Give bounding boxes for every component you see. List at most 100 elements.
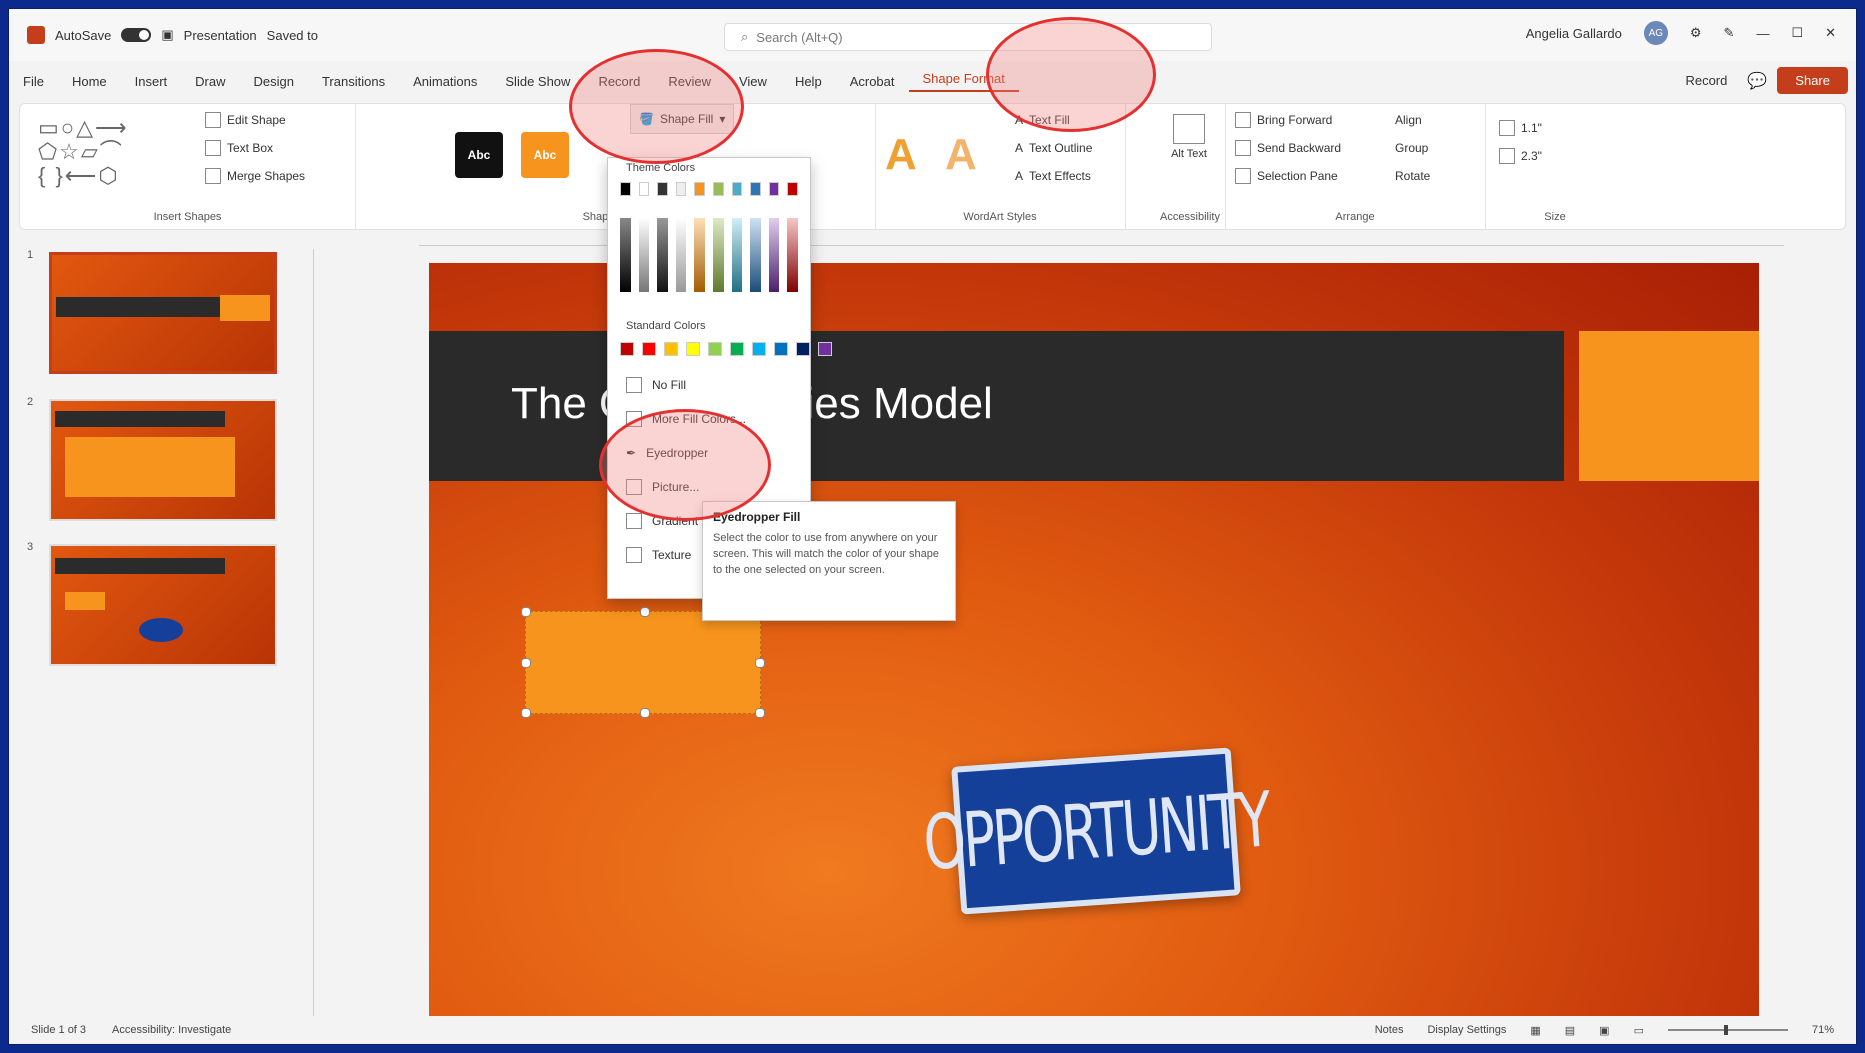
display-settings-button[interactable]: Display Settings	[1427, 1024, 1506, 1036]
align-button[interactable]: Align	[1395, 106, 1430, 134]
slide-sorter-icon[interactable]: ▤	[1565, 1024, 1575, 1037]
color-swatch[interactable]	[731, 218, 743, 292]
color-swatch[interactable]	[675, 218, 687, 292]
color-swatch[interactable]	[712, 218, 724, 292]
tab-insert[interactable]: Insert	[121, 74, 182, 89]
tab-acrobat[interactable]: Acrobat	[836, 74, 909, 89]
resize-handle[interactable]	[755, 708, 765, 718]
standard-colors-header: Standard Colors	[626, 320, 706, 332]
shape-gallery[interactable]: ▭○△⟶ ⬠☆▱⌒{ }⟵⬡	[38, 116, 188, 188]
color-swatch[interactable]	[638, 218, 650, 292]
color-swatch[interactable]	[708, 342, 722, 356]
wordart-light-icon[interactable]: A	[945, 130, 977, 180]
color-swatch[interactable]	[818, 342, 832, 356]
tooltip-body: Select the color to use from anywhere on…	[713, 532, 940, 576]
tab-home[interactable]: Home	[58, 74, 121, 89]
powerpoint-logo-icon	[27, 26, 45, 44]
alt-text-button[interactable]: Alt Text	[1167, 114, 1211, 160]
color-swatch[interactable]	[730, 342, 744, 356]
color-swatch[interactable]	[620, 182, 631, 196]
bring-forward-button[interactable]: Bring Forward	[1235, 106, 1341, 134]
text-outline-button[interactable]: A Text Outline	[1015, 134, 1092, 162]
maximize-icon[interactable]: ☐	[1791, 25, 1803, 41]
color-swatch[interactable]	[787, 182, 798, 196]
slide-thumbnail-1[interactable]	[49, 252, 277, 374]
group-button[interactable]: Group	[1395, 134, 1430, 162]
color-swatch[interactable]	[731, 182, 743, 196]
no-fill-option[interactable]: No Fill	[608, 368, 810, 402]
color-swatch[interactable]	[642, 342, 656, 356]
color-swatch[interactable]	[638, 182, 650, 196]
tab-file[interactable]: File	[9, 74, 58, 89]
color-swatch[interactable]	[657, 182, 668, 196]
style-dark-swatch[interactable]: Abc	[455, 132, 503, 178]
text-box-button[interactable]: Text Box	[205, 134, 305, 162]
zoom-slider[interactable]	[1667, 1025, 1788, 1035]
rotate-button[interactable]: Rotate	[1395, 162, 1430, 190]
tab-design[interactable]: Design	[240, 74, 308, 89]
slide-thumbnail-3[interactable]	[49, 544, 277, 666]
normal-view-icon[interactable]: ▦	[1530, 1024, 1540, 1037]
tab-draw[interactable]: Draw	[181, 74, 239, 89]
selection-pane-button[interactable]: Selection Pane	[1235, 162, 1341, 190]
send-backward-button[interactable]: Send Backward	[1235, 134, 1341, 162]
color-swatch[interactable]	[657, 218, 668, 292]
color-swatch[interactable]	[774, 342, 788, 356]
merge-shapes-button[interactable]: Merge Shapes	[205, 162, 305, 190]
resize-handle[interactable]	[521, 708, 531, 718]
accessibility-status[interactable]: Accessibility: Investigate	[112, 1024, 231, 1036]
color-swatch[interactable]	[686, 342, 700, 356]
resize-handle[interactable]	[640, 607, 650, 617]
color-swatch[interactable]	[664, 342, 678, 356]
notes-button[interactable]: Notes	[1375, 1024, 1404, 1036]
size-label: Size	[1544, 211, 1566, 223]
resize-handle[interactable]	[755, 658, 765, 668]
color-swatch[interactable]	[768, 218, 780, 292]
autosave-toggle[interactable]	[121, 28, 152, 42]
eyedropper-tooltip: Eyedropper Fill Select the color to use …	[702, 501, 956, 621]
color-swatch[interactable]	[694, 218, 705, 292]
height-field[interactable]: 1.1"	[1499, 114, 1542, 142]
color-swatch[interactable]	[752, 342, 766, 356]
theme-color-shades	[620, 218, 798, 292]
selected-rectangle-shape[interactable]	[521, 607, 765, 718]
tab-help[interactable]: Help	[781, 74, 836, 89]
zoom-level[interactable]: 71%	[1812, 1024, 1834, 1036]
color-swatch[interactable]	[675, 182, 687, 196]
pen-icon[interactable]: ✎	[1724, 25, 1735, 41]
color-swatch[interactable]	[787, 218, 798, 292]
close-icon[interactable]: ✕	[1825, 25, 1836, 41]
minimize-icon[interactable]: —	[1756, 26, 1769, 41]
slideshow-icon[interactable]: ▭	[1634, 1024, 1644, 1037]
color-swatch[interactable]	[796, 342, 810, 356]
wordart-orange-icon[interactable]: A	[885, 130, 917, 180]
reading-view-icon[interactable]: ▣	[1599, 1024, 1609, 1037]
tab-transitions[interactable]: Transitions	[308, 74, 399, 89]
color-swatch[interactable]	[620, 342, 634, 356]
comments-icon[interactable]: 💬	[1747, 71, 1767, 91]
color-swatch[interactable]	[768, 182, 780, 196]
save-icon[interactable]: ▣	[161, 27, 173, 43]
width-field[interactable]: 2.3"	[1499, 142, 1542, 170]
tab-animations[interactable]: Animations	[399, 74, 491, 89]
color-swatch[interactable]	[620, 218, 631, 292]
color-swatch[interactable]	[694, 182, 705, 196]
slide-thumbnail-2[interactable]	[49, 399, 277, 521]
record-button[interactable]: Record	[1675, 69, 1737, 92]
color-swatch[interactable]	[750, 218, 761, 292]
theme-color-row	[608, 178, 810, 200]
avatar[interactable]: AG	[1643, 21, 1668, 45]
style-orange-swatch[interactable]: Abc	[521, 132, 569, 178]
settings-icon[interactable]: ⚙	[1690, 25, 1702, 41]
resize-handle[interactable]	[640, 708, 650, 718]
edit-shape-button[interactable]: Edit Shape	[205, 106, 305, 134]
orange-accent-block[interactable]	[1579, 331, 1759, 481]
text-effects-button[interactable]: A Text Effects	[1015, 162, 1092, 190]
color-swatch[interactable]	[712, 182, 724, 196]
tab-slide-show[interactable]: Slide Show	[491, 74, 584, 89]
opportunity-stamp-image[interactable]: OPPORTUNITY	[921, 747, 1271, 915]
color-swatch[interactable]	[750, 182, 761, 196]
share-button[interactable]: Share	[1777, 67, 1848, 94]
resize-handle[interactable]	[521, 607, 531, 617]
resize-handle[interactable]	[521, 658, 531, 668]
